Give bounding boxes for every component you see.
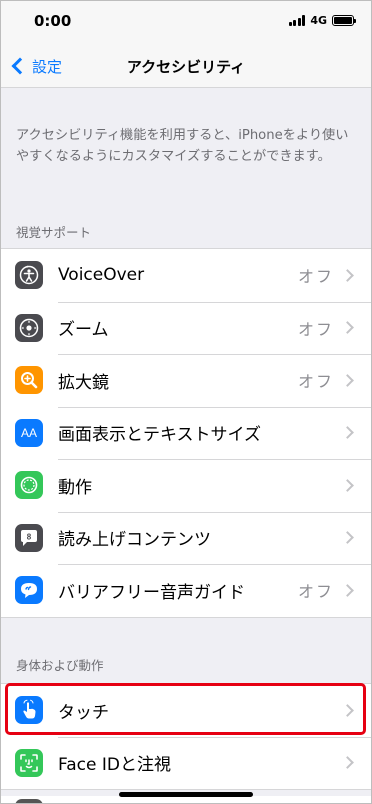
row-display-text-size[interactable]: AA 画面表示とテキストサイズ (0, 406, 372, 460)
status-indicators: 4G (288, 14, 356, 27)
status-time: 0:00 (34, 12, 72, 30)
chevron-right-icon (341, 756, 354, 770)
chevron-right-icon (341, 531, 354, 545)
status-bar: 0:00 4G (0, 0, 372, 44)
page-title: アクセシビリティ (126, 58, 246, 76)
row-voiceover[interactable]: VoiceOver オフ (0, 249, 372, 302)
row-label: VoiceOver (58, 265, 145, 286)
audio-descriptions-icon (15, 576, 43, 605)
chevron-right-icon (341, 703, 354, 717)
chevron-right-icon (341, 478, 354, 492)
home-indicator (119, 792, 253, 797)
zoom-icon (15, 313, 43, 342)
partial-list-item (0, 796, 372, 804)
touch-icon (15, 696, 43, 725)
navigation-bar: 設定 アクセシビリティ (0, 44, 372, 88)
row-label: 画面表示とテキストサイズ (58, 425, 261, 446)
section-header-physical: 身体および動作 (16, 658, 104, 673)
row-label: タッチ (58, 702, 109, 723)
row-value: オフ (297, 582, 334, 602)
row-label: 読み上げコンテンツ (58, 530, 211, 551)
row-label: バリアフリー音声ガイド (58, 582, 245, 603)
spoken-content-icon: 8 (15, 523, 43, 552)
row-touch[interactable]: タッチ (0, 684, 372, 737)
display-text-size-icon: AA (15, 418, 43, 447)
row-audio-descriptions[interactable]: バリアフリー音声ガイド オフ (0, 564, 372, 617)
row-magnifier[interactable]: 拡大鏡 オフ (0, 354, 372, 407)
row-face-id[interactable]: Face IDと注視 (0, 736, 372, 790)
chevron-right-icon (341, 583, 354, 597)
signal-icon (288, 15, 306, 26)
svg-text:8: 8 (27, 532, 32, 541)
chevron-right-icon (341, 321, 354, 335)
row-spoken-content[interactable]: 8 読み上げコンテンツ (0, 511, 372, 565)
intro-text: アクセシビリティ機能を利用すると、iPhoneをより使いやすくなるようにカスタマ… (16, 128, 349, 164)
row-motion[interactable]: 動作 (0, 459, 372, 512)
network-type: 4G (310, 14, 327, 27)
battery-icon (332, 15, 356, 26)
row-label: 動作 (58, 477, 92, 498)
face-id-icon (15, 748, 43, 777)
row-value: オフ (297, 372, 334, 392)
row-label: 拡大鏡 (58, 372, 109, 393)
physical-settings-list: タッチ Face IDと注視 (0, 683, 372, 790)
magnifier-icon (15, 366, 43, 395)
row-value: オフ (297, 319, 334, 339)
row-zoom[interactable]: ズーム オフ (0, 301, 372, 355)
row-label: Face IDと注視 (58, 755, 171, 776)
chevron-right-icon (341, 426, 354, 440)
vision-settings-list: VoiceOver オフ ズーム オフ 拡大鏡 オフ AA 画面表示とテキストサ… (0, 248, 372, 618)
voiceover-icon (15, 261, 43, 290)
row-value: オフ (297, 267, 334, 287)
section-header-vision: 視覚サポート (16, 225, 92, 240)
chevron-right-icon (341, 268, 354, 282)
row-label: ズーム (58, 320, 109, 341)
motion-icon (15, 471, 43, 500)
chevron-right-icon (341, 373, 354, 387)
